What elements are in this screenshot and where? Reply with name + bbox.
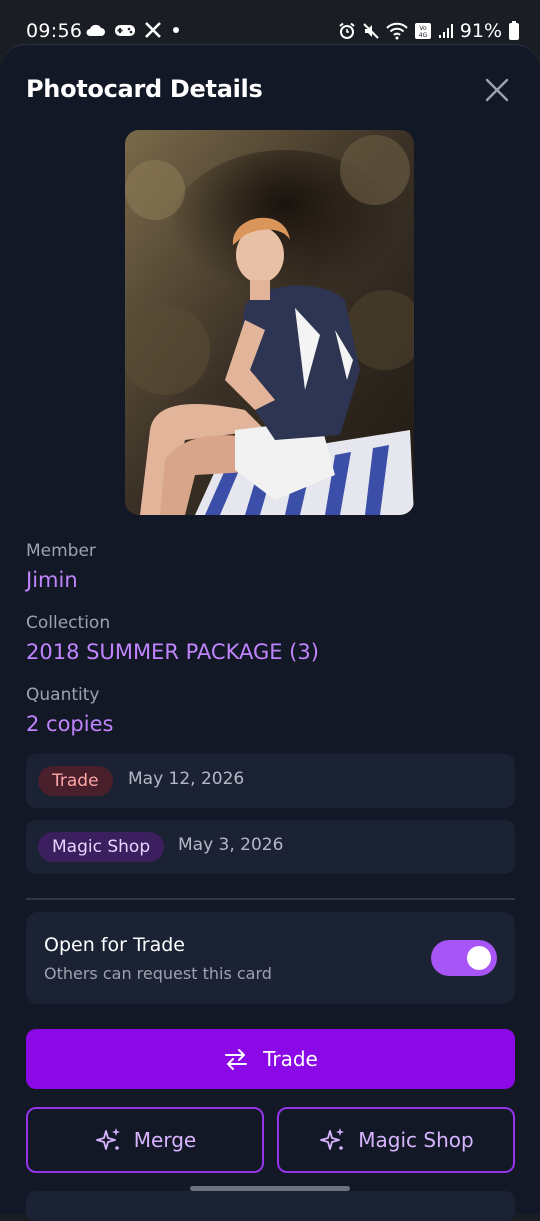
close-icon: [485, 78, 509, 102]
alarm-icon: [339, 22, 355, 39]
history-date: May 3, 2026: [178, 835, 284, 855]
member-value: Jimin: [26, 568, 78, 592]
sparkles-icon: [320, 1128, 345, 1150]
quantity-value: 2 copies: [26, 712, 114, 736]
photocard-image: [125, 130, 414, 515]
open-for-trade-title: Open for Trade: [44, 934, 185, 956]
battery-icon: [509, 21, 519, 40]
quantity-label: Quantity: [26, 685, 100, 705]
open-for-trade-subtitle: Others can request this card: [44, 964, 272, 983]
history-item-magic-shop: Magic Shop May 3, 2026: [26, 820, 515, 874]
toggle-knob: [467, 946, 491, 970]
magic-shop-button[interactable]: Magic Shop: [277, 1107, 515, 1173]
mute-icon: [363, 23, 379, 39]
signal-icon: [438, 24, 453, 38]
photocard-illustration: [125, 130, 414, 515]
collection-label: Collection: [26, 613, 111, 633]
cloud-icon: [86, 24, 105, 36]
open-for-trade-toggle[interactable]: [431, 940, 497, 976]
game-controller-icon: [115, 25, 135, 36]
wifi-icon: [386, 22, 408, 40]
trade-badge: Trade: [38, 766, 113, 796]
trade-button-label: Trade: [263, 1047, 318, 1071]
trade-button[interactable]: Trade: [26, 1029, 515, 1089]
close-button[interactable]: [482, 75, 512, 105]
svg-text:Vo: Vo: [419, 25, 427, 32]
volte-icon: Vo4G: [414, 23, 431, 39]
magic-shop-button-label: Magic Shop: [358, 1128, 474, 1152]
sparkles-icon: [95, 1128, 120, 1150]
open-for-trade-card: Open for Trade Others can request this c…: [26, 912, 515, 1004]
history-date: May 12, 2026: [128, 769, 245, 789]
home-indicator[interactable]: [190, 1186, 350, 1191]
collection-value: 2018 SUMMER PACKAGE (3): [26, 640, 319, 664]
history-item-trade: Trade May 12, 2026: [26, 754, 515, 808]
dot-icon: [173, 27, 179, 33]
x-logo-icon: [145, 22, 161, 38]
svg-text:4G: 4G: [419, 32, 428, 39]
status-time: 09:56: [26, 20, 83, 42]
battery-percent: 91%: [459, 20, 502, 42]
magic-shop-badge: Magic Shop: [38, 832, 165, 862]
photocard-details-sheet: Photocard Details Member Jimin Collectio…: [0, 44, 540, 1221]
sheet-title: Photocard Details: [26, 75, 263, 103]
swap-arrows-icon: [225, 1049, 248, 1070]
divider: [26, 898, 515, 900]
merge-button-label: Merge: [133, 1128, 197, 1152]
member-label: Member: [26, 541, 96, 561]
next-section-card: [26, 1191, 515, 1221]
merge-button[interactable]: Merge: [26, 1107, 264, 1173]
